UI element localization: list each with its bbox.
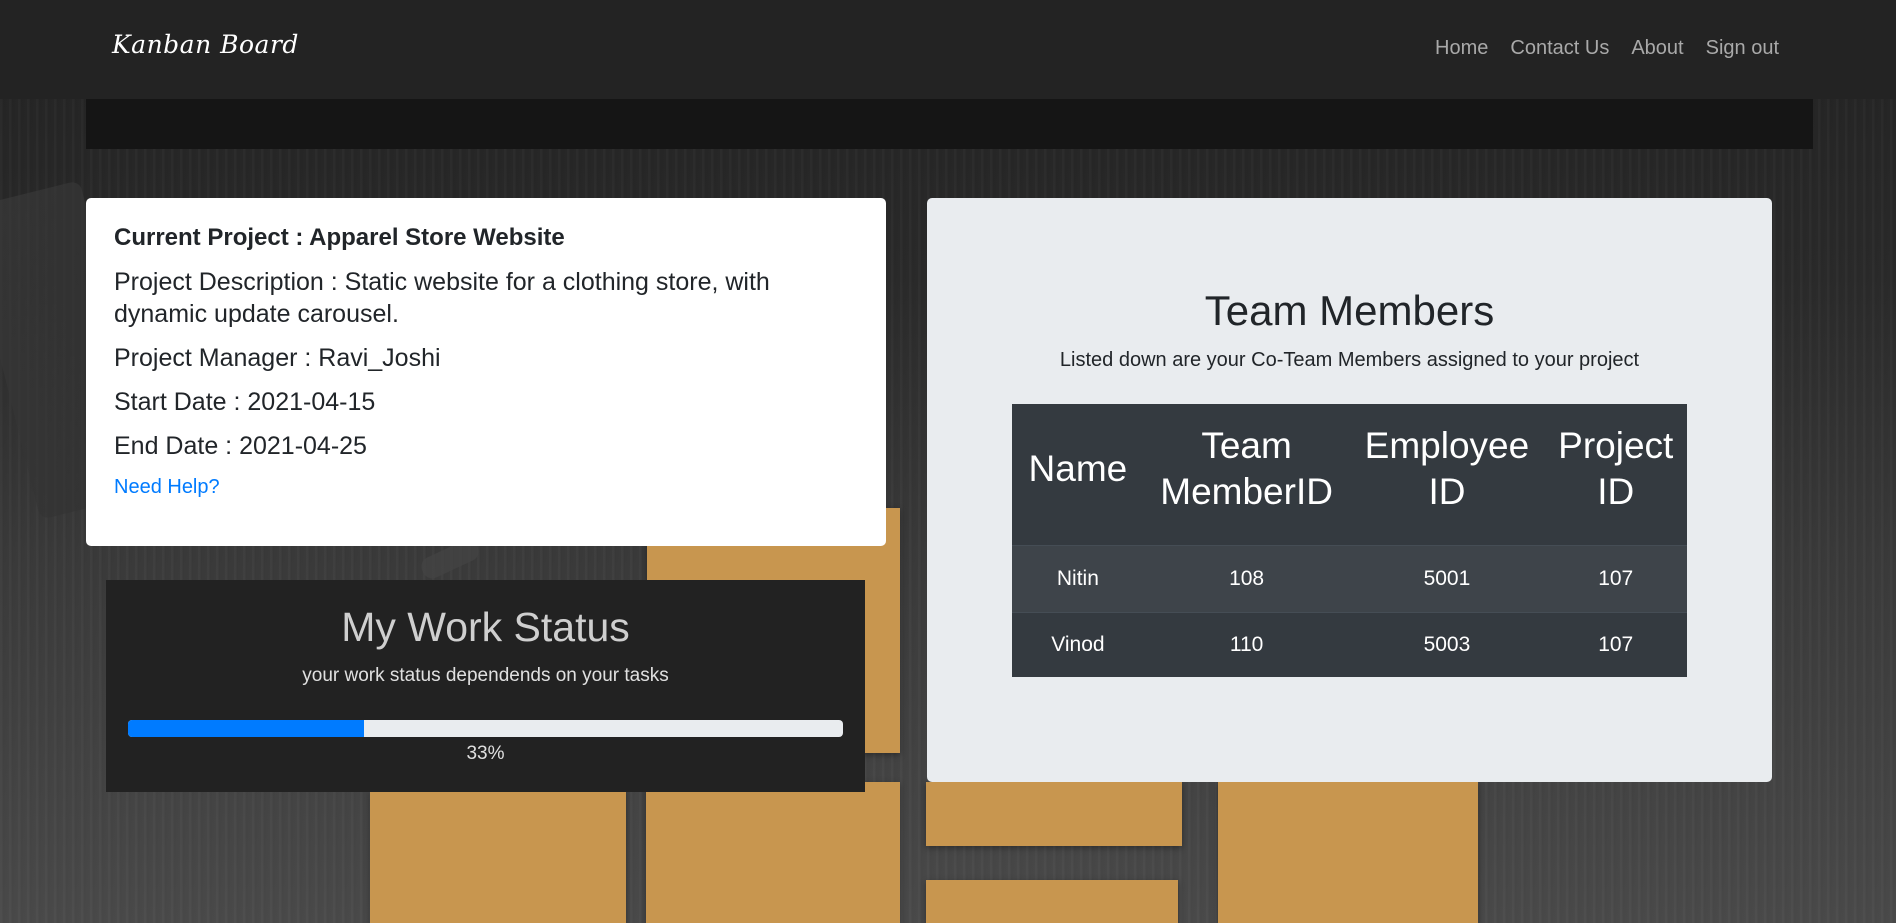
- project-start-date: Start Date : 2021-04-15: [114, 388, 376, 416]
- work-progress-label: 33%: [466, 743, 505, 764]
- cell-name: Vinod: [1012, 612, 1144, 677]
- team-members-card: Team Members Listed down are your Co-Tea…: [927, 198, 1772, 782]
- cell-team-member-id: 108: [1143, 545, 1350, 613]
- column-header-name: Name: [1012, 404, 1144, 546]
- cell-project-id: 107: [1544, 545, 1687, 613]
- column-header-project-id: Project ID: [1544, 404, 1687, 546]
- nav-links: Home Contact Us About Sign out: [1435, 37, 1779, 60]
- team-members-table: Name Team MemberID Employee ID Project I…: [1012, 404, 1687, 677]
- nav-link-home[interactable]: Home: [1435, 37, 1488, 60]
- cell-name: Nitin: [1012, 545, 1144, 613]
- nav-link-sign-out[interactable]: Sign out: [1706, 37, 1779, 60]
- sticky-note: [926, 880, 1178, 923]
- table-header-row: Name Team MemberID Employee ID Project I…: [1012, 404, 1687, 546]
- table-row: Nitin 108 5001 107: [1012, 545, 1687, 613]
- cell-employee-id: 5001: [1349, 545, 1545, 613]
- project-title: Current Project : Apparel Store Website: [114, 224, 565, 251]
- cell-project-id: 107: [1544, 612, 1687, 677]
- sticky-note: [646, 782, 900, 923]
- header-strip: [86, 99, 1813, 149]
- sticky-note: [926, 782, 1182, 846]
- brand-logo[interactable]: Kanban Board: [112, 30, 299, 59]
- team-subtitle: Listed down are your Co-Team Members ass…: [1059, 349, 1640, 371]
- project-manager: Project Manager : Ravi_Joshi: [114, 344, 441, 372]
- work-progress-fill: [128, 720, 364, 737]
- project-end-date: End Date : 2021-04-25: [114, 432, 367, 460]
- column-header-team-member-id: Team MemberID: [1143, 404, 1350, 546]
- current-project-card: Current Project : Apparel Store Website …: [86, 198, 886, 546]
- team-title: Team Members: [1204, 287, 1495, 334]
- work-status-subtitle: your work status dependends on your task…: [302, 665, 669, 686]
- work-progress-bar: [128, 720, 843, 737]
- cell-employee-id: 5003: [1349, 612, 1545, 677]
- cell-team-member-id: 110: [1143, 612, 1350, 677]
- work-status-title: My Work Status: [341, 604, 630, 650]
- project-description: Project Description : Static website for…: [114, 268, 770, 328]
- sticky-note: [370, 790, 626, 923]
- work-status-card: My Work Status your work status dependen…: [106, 580, 865, 792]
- table-row: Vinod 110 5003 107: [1012, 612, 1687, 677]
- sticky-note: [1218, 782, 1478, 923]
- navbar: Kanban Board Home Contact Us About Sign …: [0, 0, 1896, 99]
- nav-link-contact-us[interactable]: Contact Us: [1510, 37, 1609, 60]
- column-header-employee-id: Employee ID: [1349, 404, 1545, 546]
- need-help-link[interactable]: Need Help?: [114, 476, 220, 499]
- nav-link-about[interactable]: About: [1631, 37, 1683, 60]
